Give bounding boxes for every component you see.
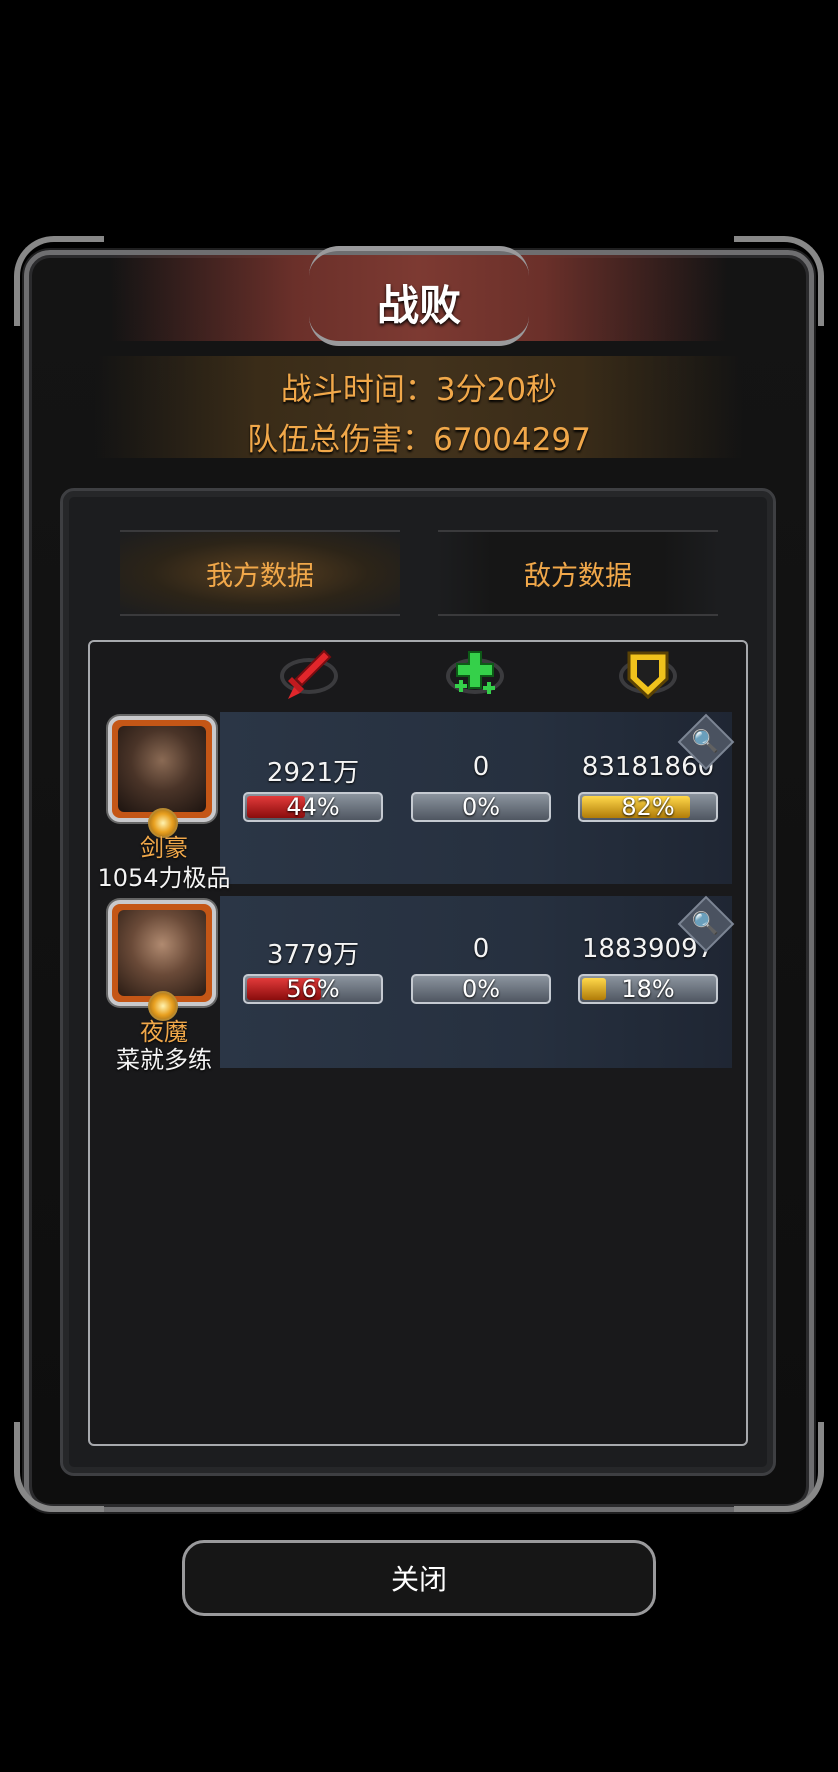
heal-cross-icon [440,644,510,706]
tab-enemy-data[interactable]: 敌方数据 [438,530,718,616]
damage-bar: 56% [243,974,383,1004]
tank-percent: 18% [621,975,675,1003]
heal-value: 0 [472,934,490,964]
heal-bar: 0% [411,974,551,1004]
hero-portrait[interactable] [108,716,216,822]
damage-value: 2921万 [266,758,360,788]
player-name: 菜就多练 [116,1046,212,1074]
damage-percent: 56% [286,975,340,1003]
dialog-title: 战败 [376,281,461,330]
sword-icon [274,644,344,706]
tank-bar: 18% [578,974,718,1004]
player-name: 1054力极品 [97,864,231,892]
tab-our-data[interactable]: 我方数据 [120,530,400,616]
damage-bar: 44% [243,792,383,822]
heal-percent: 0% [461,975,501,1003]
total-damage: 队伍总伤害：67004297 [247,422,591,458]
heal-value: 0 [472,752,490,782]
battle-time: 战斗时间：3分20秒 [280,372,558,408]
close-button[interactable]: 关闭 [182,1540,656,1616]
heal-percent: 0% [461,793,501,821]
shield-icon [613,644,683,706]
tank-bar: 82% [578,792,718,822]
damage-value: 3779万 [266,940,360,970]
damage-percent: 44% [286,793,340,821]
heal-bar: 0% [411,792,551,822]
tank-percent: 82% [621,793,675,821]
